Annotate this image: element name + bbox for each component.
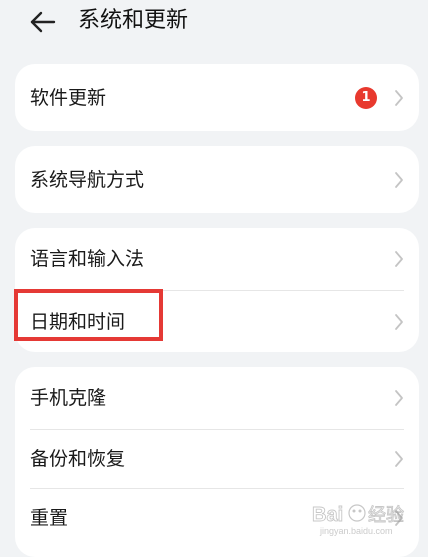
chevron-right-icon (395, 171, 403, 188)
chevron-right-icon (395, 251, 403, 267)
chevron-right-icon (395, 451, 403, 467)
chevron-right-icon (395, 89, 403, 106)
menu-item-label: 手机克隆 (30, 387, 107, 409)
menu-item-label: 语言和输入法 (30, 248, 145, 270)
svg-text:经验: 经验 (368, 505, 404, 526)
chevron-right-icon (395, 313, 403, 330)
arrow-left-icon[interactable] (28, 8, 58, 36)
svg-text:jingyan.baidu.com: jingyan.baidu.com (319, 526, 393, 536)
software-update-card: 软件更新 1 (15, 64, 419, 131)
menu-item-label: 软件更新 (30, 86, 107, 109)
svg-text:Bai: Bai (312, 504, 343, 526)
menu-item-backup-restore[interactable]: 备份和恢复 (15, 430, 419, 488)
menu-item-phone-clone[interactable]: 手机克隆 (15, 367, 419, 429)
menu-item-system-navigation[interactable]: 系统导航方式 (15, 146, 419, 213)
system-navigation-card: 系统导航方式 (15, 146, 419, 213)
menu-item-label: 备份和恢复 (30, 448, 126, 470)
highlight-annotation-box (14, 289, 163, 341)
menu-item-label: 系统导航方式 (30, 168, 145, 191)
page-title: 系统和更新 (78, 8, 189, 33)
chevron-right-icon (395, 390, 403, 406)
title-bar: 系统和更新 (0, 0, 428, 46)
menu-item-software-update[interactable]: 软件更新 1 (15, 64, 419, 131)
menu-item-language-input[interactable]: 语言和输入法 (15, 228, 419, 290)
update-count-badge: 1 (355, 86, 377, 109)
baidu-jingyan-watermark: Bai 经验 jingyan.baidu.com (312, 504, 404, 536)
menu-item-label: 重置 (30, 507, 69, 529)
